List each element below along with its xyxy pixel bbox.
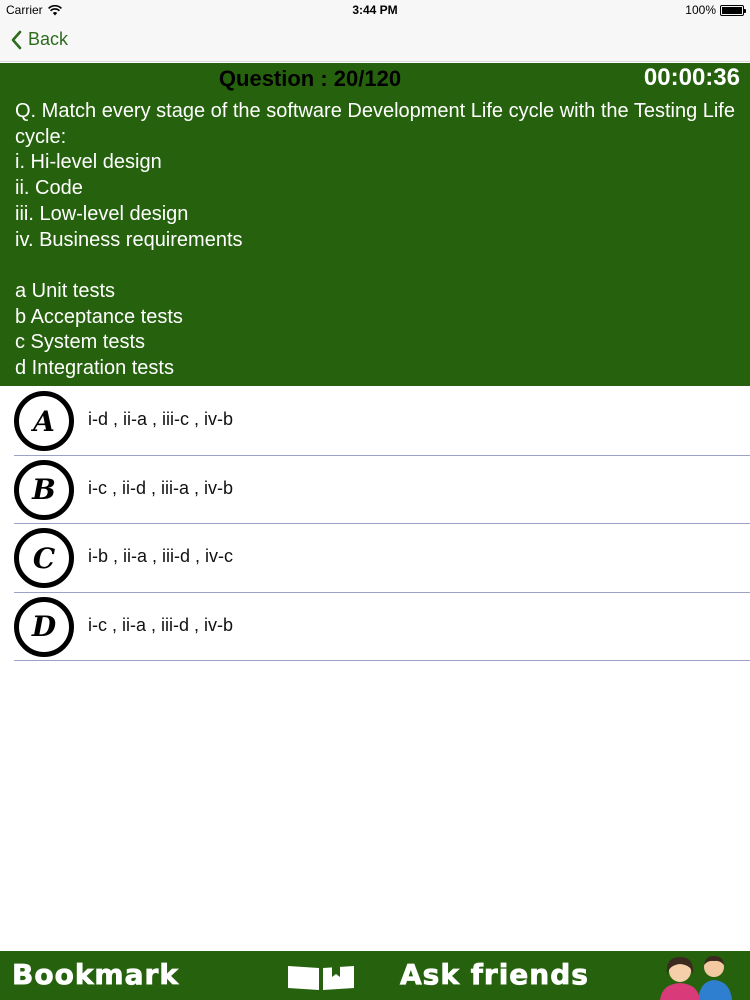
- status-bar: Carrier 3:44 PM 100%: [0, 0, 750, 20]
- option-text: i-c , ii-d , iii-a , iv-b: [88, 477, 234, 498]
- option-c[interactable]: C i-b , ii-a , iii-d , iv-c: [0, 524, 750, 593]
- option-letter: B: [32, 473, 56, 506]
- battery-percent: 100%: [685, 3, 716, 17]
- option-letter: A: [33, 404, 55, 438]
- battery-icon: [720, 4, 746, 16]
- option-letter: D: [31, 610, 57, 643]
- bookmark-button[interactable]: Bookmark: [12, 958, 179, 992]
- option-a[interactable]: A i-d , ii-a , iii-c , iv-b: [0, 387, 750, 456]
- status-time: 3:44 PM: [352, 3, 398, 17]
- back-label: Back: [28, 29, 69, 49]
- nav-bar: Back: [0, 20, 750, 62]
- ask-friends-button[interactable]: Ask friends: [400, 958, 589, 992]
- option-b-badge: B: [14, 459, 74, 520]
- option-text: i-d , ii-a , iii-c , iv-b: [88, 409, 234, 429]
- option-d-badge: D: [14, 596, 74, 657]
- question-text: Q. Match every stage of the software Dev…: [15, 100, 735, 380]
- option-text: i-c , ii-a , iii-d , iv-b: [88, 614, 234, 635]
- question-panel: Question : 20/120 00:00:36 Q. Match ever…: [0, 63, 750, 386]
- question-timer: 00:00:36: [643, 64, 740, 91]
- option-text: i-b , ii-a , iii-d , iv-c: [88, 546, 234, 566]
- bottom-toolbar: Bookmark Ask friends: [0, 951, 750, 1000]
- back-button[interactable]: Back: [10, 29, 68, 50]
- status-right: 100%: [685, 3, 746, 17]
- book-icon[interactable]: [286, 963, 356, 991]
- option-b[interactable]: B i-c , ii-d , iii-a , iv-b: [0, 456, 750, 525]
- friends-icon[interactable]: [650, 953, 742, 1000]
- chevron-left-icon: [11, 30, 22, 49]
- options-list: A i-d , ii-a , iii-c , iv-b B i-c , ii-d…: [0, 387, 750, 661]
- question-counter: Question : 20/120: [218, 66, 402, 91]
- battery-fill: [722, 6, 742, 14]
- option-a-badge: A: [14, 391, 74, 451]
- option-c-badge: C: [14, 528, 74, 588]
- option-letter: C: [32, 541, 56, 575]
- option-d[interactable]: D i-c , ii-a , iii-d , iv-b: [0, 593, 750, 662]
